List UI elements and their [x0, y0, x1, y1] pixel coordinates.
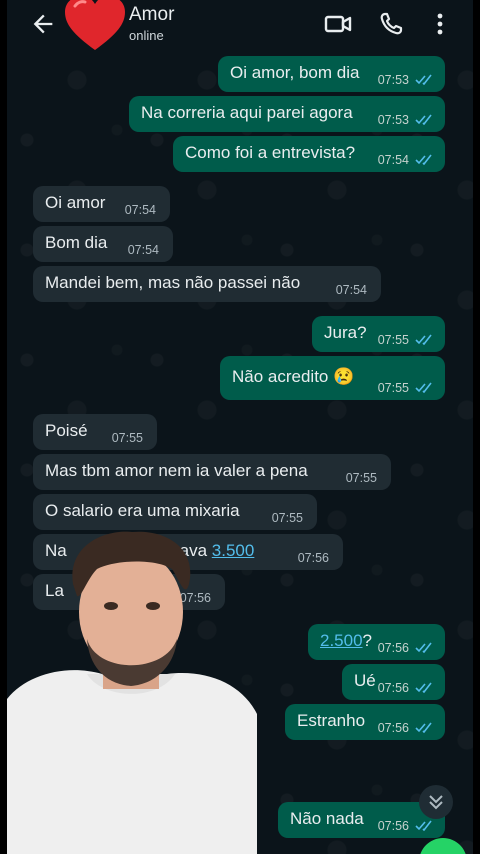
contact-name[interactable]: Amor	[129, 4, 174, 26]
message-time: 07:54	[335, 283, 367, 297]
message-time: 07:54	[377, 153, 409, 167]
double-check-icon	[415, 334, 432, 345]
double-check-icon	[415, 154, 432, 165]
message-text: Não acredito	[232, 367, 329, 386]
message-outgoing[interactable]: 2.500? 07:56	[308, 624, 445, 660]
double-check-icon	[415, 382, 432, 393]
video-call-icon[interactable]	[323, 10, 353, 38]
message-text: Oi amor	[45, 193, 106, 212]
message-outgoing[interactable]: Estranho 07:56	[285, 704, 445, 740]
message-time: 07:53	[377, 73, 409, 87]
message-time: 07:55	[111, 431, 143, 445]
message-text: Na correria aqui parei agora	[141, 103, 353, 122]
contact-status: online	[129, 28, 164, 43]
double-check-icon	[415, 114, 432, 125]
crying-face-emoji: 😢	[333, 367, 355, 386]
message-time: 07:55	[377, 381, 409, 395]
message-time: 07:54	[127, 243, 159, 257]
video-overlay-person	[7, 531, 257, 854]
message-outgoing[interactable]: Não acredito 😢 07:55	[220, 356, 445, 400]
message-outgoing[interactable]: Como foi a entrevista? 07:54	[173, 136, 445, 172]
scroll-down-button[interactable]	[419, 785, 453, 819]
message-text: Bom dia	[45, 233, 108, 252]
message-time: 07:55	[271, 511, 303, 525]
message-incoming[interactable]: Mandei bem, mas não passei não 07:54	[33, 266, 381, 302]
message-text: Como foi a entrevista?	[185, 143, 356, 162]
message-outgoing[interactable]: Jura? 07:55	[312, 316, 445, 352]
message-incoming[interactable]: Poisé 07:55	[33, 414, 157, 450]
message-incoming[interactable]: Oi amor 07:54	[33, 186, 170, 222]
chat-header: Amor online	[7, 0, 473, 50]
message-text: Jura?	[324, 323, 367, 342]
message-time: 07:53	[377, 113, 409, 127]
chat-screen: Amor online Oi amor, bom dia 07:53 Na co…	[7, 0, 473, 854]
message-text: Poisé	[45, 421, 88, 440]
message-time: 07:54	[124, 203, 156, 217]
message-time: 07:56	[297, 551, 329, 565]
more-options-icon[interactable]	[427, 10, 457, 38]
double-check-icon	[415, 682, 432, 693]
message-time: 07:55	[345, 471, 377, 485]
message-outgoing[interactable]: Na correria aqui parei agora 07:53	[129, 96, 445, 132]
message-text: O salario era uma mixaria	[45, 501, 240, 520]
message-outgoing[interactable]: Ué 07:56	[342, 664, 445, 700]
message-text: Mandei bem, mas não passei não	[45, 273, 301, 292]
scroll-down-icon	[429, 795, 443, 810]
message-time: 07:56	[377, 681, 409, 695]
message-text: Estranho	[297, 711, 366, 730]
phone-call-icon[interactable]	[377, 10, 407, 38]
message-incoming[interactable]: Mas tbm amor nem ia valer a pena 07:55	[33, 454, 391, 490]
message-time: 07:56	[377, 641, 409, 655]
double-check-icon	[415, 820, 432, 831]
message-time: 07:55	[377, 333, 409, 347]
double-check-icon	[415, 642, 432, 653]
back-arrow-icon[interactable]	[29, 10, 57, 38]
amount-link[interactable]: 2.500	[320, 631, 363, 650]
message-text: Oi amor, bom dia	[230, 63, 360, 82]
message-time: 07:56	[377, 819, 409, 833]
double-check-icon	[415, 722, 432, 733]
message-text: Mas tbm amor nem ia valer a pena	[45, 461, 308, 480]
message-incoming[interactable]: Bom dia 07:54	[33, 226, 173, 262]
message-text: Não nada	[290, 809, 364, 828]
message-text: ?	[362, 631, 373, 650]
floating-action-button[interactable]	[419, 838, 467, 854]
message-text: Ué	[354, 671, 376, 690]
message-outgoing[interactable]: Oi amor, bom dia 07:53	[218, 56, 445, 92]
double-check-icon	[415, 74, 432, 85]
message-time: 07:56	[377, 721, 409, 735]
heart-avatar-icon[interactable]	[63, 0, 127, 52]
